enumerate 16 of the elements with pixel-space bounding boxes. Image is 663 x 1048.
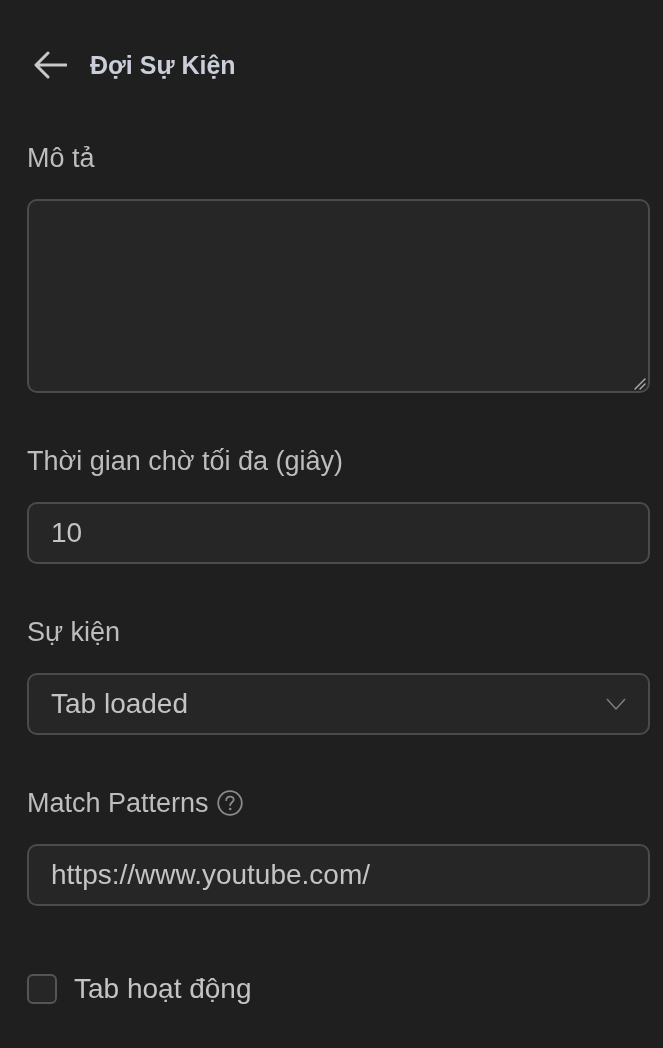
field-label: Mô tả bbox=[27, 142, 95, 174]
checkbox[interactable] bbox=[27, 974, 57, 1004]
event-select[interactable]: Tab loaded bbox=[27, 673, 650, 735]
checkbox-label[interactable]: Tab hoạt động bbox=[74, 973, 252, 1005]
chevron-down-icon bbox=[606, 698, 626, 710]
page-title: Đợi Sự Kiện bbox=[90, 50, 236, 81]
input-field[interactable]: 10 bbox=[27, 502, 650, 564]
back-arrow-icon bbox=[33, 51, 67, 79]
field-label: Thời gian chờ tối đa (giây) bbox=[27, 445, 344, 477]
resize-grip-icon[interactable] bbox=[634, 378, 646, 390]
field-label: Sự kiện bbox=[27, 616, 121, 648]
help-icon[interactable] bbox=[216, 790, 243, 816]
description-field[interactable] bbox=[27, 199, 650, 393]
input-field[interactable]: https://www.youtube.com/ bbox=[27, 844, 650, 906]
back-button[interactable] bbox=[33, 51, 67, 79]
field-label: Match Patterns bbox=[27, 787, 209, 819]
